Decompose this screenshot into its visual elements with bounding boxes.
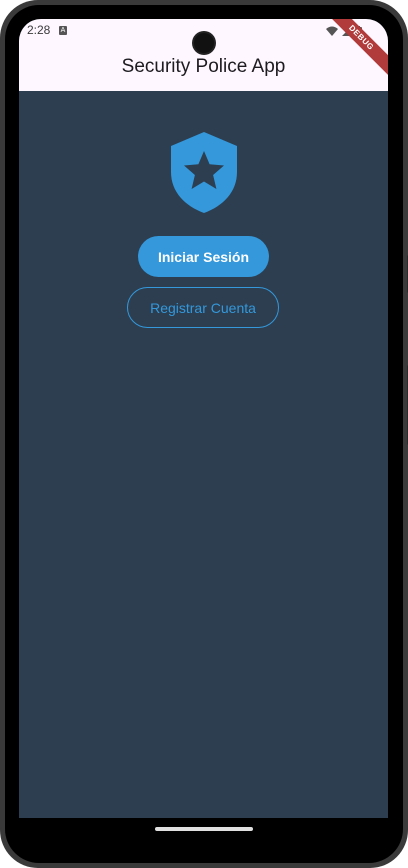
front-camera [194, 33, 214, 53]
app-title: Security Police App [121, 56, 286, 77]
login-button[interactable]: Iniciar Sesión [138, 236, 269, 277]
home-indicator[interactable] [155, 827, 253, 831]
notification-a-icon: A [59, 26, 67, 35]
wifi-icon [326, 26, 338, 36]
status-time: 2:28 [27, 23, 51, 37]
main-content: Iniciar Sesión Registrar Cuenta [19, 91, 388, 818]
screen: 2:28 A Security Police App Iniciar Sesió… [19, 19, 388, 818]
device-frame: 2:28 A Security Police App Iniciar Sesió… [0, 0, 408, 868]
register-button[interactable]: Registrar Cuenta [127, 287, 279, 328]
shield-star-icon [171, 132, 237, 213]
navigation-bar [19, 818, 388, 840]
